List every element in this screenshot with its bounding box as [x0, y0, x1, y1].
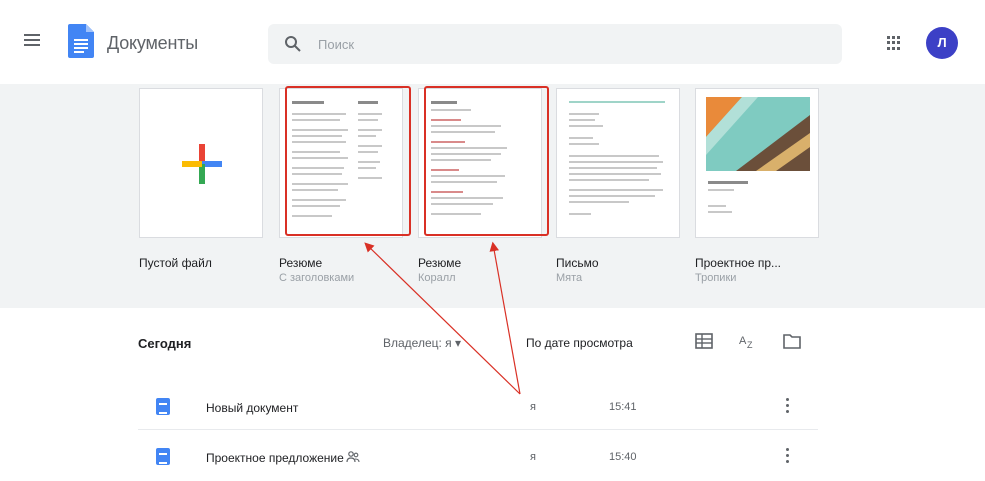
document-owner: я [530, 401, 536, 413]
template-thumbnail[interactable] [695, 88, 819, 238]
table-row[interactable]: Проектное предложение я 15:40 [138, 436, 818, 480]
document-owner: я [530, 451, 536, 463]
folder-icon[interactable] [782, 332, 802, 350]
resume-highlight-box-1 [285, 86, 411, 236]
template-subtitle: Тропики [695, 272, 737, 284]
plus-icon [182, 144, 222, 184]
hamburger-menu-icon[interactable] [24, 34, 40, 46]
template-blank[interactable]: Пустой файл [139, 88, 263, 270]
template-letter-mint[interactable]: Письмо Мята [556, 88, 680, 284]
template-subtitle: Мята [556, 272, 583, 284]
table-row[interactable]: Новый документ я 15:41 [138, 386, 818, 430]
recent-documents: Сегодня Владелец: я ▾ По дате просмотра … [0, 308, 985, 481]
apps-grid-icon[interactable] [887, 36, 901, 50]
template-name: Письмо [556, 256, 599, 270]
owner-filter-dropdown[interactable]: Владелец: я ▾ [383, 336, 461, 350]
search-icon[interactable] [284, 35, 302, 53]
document-time: 15:41 [609, 401, 637, 413]
template-thumbnail[interactable] [139, 88, 263, 238]
document-title[interactable]: Проектное предложение [206, 451, 344, 465]
document-icon [156, 398, 170, 415]
section-title: Сегодня [138, 336, 192, 351]
search-bar[interactable] [268, 24, 842, 64]
template-thumbnail[interactable] [556, 88, 680, 238]
more-options-icon[interactable] [786, 448, 790, 466]
template-subtitle: Коралл [418, 272, 456, 284]
document-time: 15:40 [609, 451, 637, 463]
template-gallery: Пустой файл Резюме С заголовками Резюме … [0, 84, 985, 308]
template-proposal-tropic[interactable]: Проектное пр... Тропики [695, 88, 819, 284]
sort-button[interactable]: По дате просмотра [526, 336, 633, 350]
top-bar: Документы Л [0, 0, 985, 84]
docs-logo-icon[interactable] [68, 24, 94, 58]
sort-az-icon[interactable]: A Z [738, 332, 758, 350]
template-name: Резюме [279, 256, 323, 270]
template-name: Проектное пр... [695, 256, 782, 270]
template-name: Резюме [418, 256, 462, 270]
resume-highlight-box-2 [424, 86, 549, 236]
grid-view-icon[interactable] [694, 332, 714, 350]
template-name: Пустой файл [139, 256, 212, 270]
proposal-cover-image [706, 97, 810, 171]
app-title[interactable]: Документы [107, 33, 198, 54]
avatar[interactable]: Л [926, 27, 958, 59]
svg-text:Z: Z [747, 340, 753, 350]
more-options-icon[interactable] [786, 398, 790, 416]
search-input[interactable] [318, 34, 818, 54]
document-title[interactable]: Новый документ [206, 401, 298, 415]
docs-home-page: Документы Л [0, 0, 985, 481]
svg-text:A: A [739, 335, 747, 347]
template-subtitle: С заголовками [279, 272, 355, 284]
document-icon [156, 448, 170, 465]
shared-users-icon [346, 451, 360, 463]
